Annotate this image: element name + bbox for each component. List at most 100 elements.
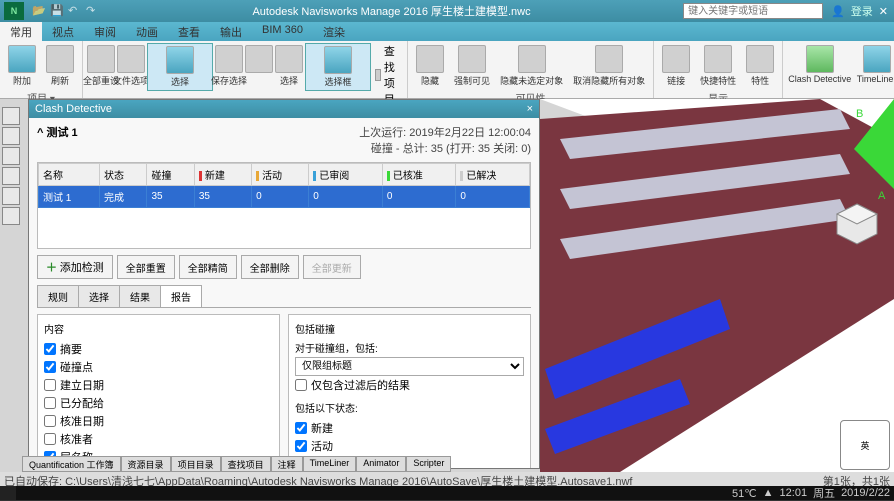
- menu-tab-0[interactable]: 常用: [0, 22, 42, 41]
- include-fieldset: 包括碰撞 对于碰撞组，包括: 仅限组标题 仅包含过滤后的结果 包括以下状态: 新…: [288, 314, 531, 468]
- system-tray[interactable]: 51℃ ▲ 12:01 周五 2019/2/22: [732, 485, 894, 501]
- ribbon-取消隐藏所有对象[interactable]: 取消隐藏所有对象: [569, 43, 649, 89]
- dock-tab-查找项目[interactable]: 查找项目: [221, 456, 271, 472]
- dock-tab-注释[interactable]: 注释: [271, 456, 303, 472]
- ribbon-选择[interactable]: 选择: [275, 43, 303, 89]
- window-title: Autodesk Navisworks Manage 2016 厚生楼土建模型.…: [100, 3, 683, 19]
- panel-titlebar[interactable]: Clash Detective ×: [29, 100, 539, 118]
- menu-tab-6[interactable]: BIM 360: [252, 22, 313, 41]
- menu-tab-2[interactable]: 审阅: [84, 22, 126, 41]
- ribbon-Clash Detective[interactable]: Clash Detective: [787, 43, 852, 86]
- qat-save-icon[interactable]: 💾: [50, 4, 64, 18]
- qat-redo-icon[interactable]: ↷: [86, 4, 100, 18]
- col-header[interactable]: 已审阅: [309, 164, 383, 186]
- chk-活动[interactable]: 活动: [295, 437, 524, 455]
- ribbon-文件选项[interactable]: 文件选项: [117, 43, 145, 89]
- ribbon-btn[interactable]: [245, 43, 273, 76]
- menu-tab-3[interactable]: 动画: [126, 22, 168, 41]
- clash-subtabs: 规则选择结果报告: [37, 285, 531, 308]
- ribbon-附加[interactable]: 附加: [4, 43, 40, 89]
- ribbon-刷新[interactable]: 刷新: [42, 43, 78, 89]
- menu-tab-1[interactable]: 视点: [42, 22, 84, 41]
- chk-建立日期[interactable]: 建立日期: [44, 376, 273, 394]
- pan-icon[interactable]: [2, 127, 20, 145]
- chk-新建[interactable]: 新建: [295, 419, 524, 437]
- menu-tab-4[interactable]: 查看: [168, 22, 210, 41]
- col-header[interactable]: 活动: [252, 164, 309, 186]
- nav-toolbar: [2, 107, 20, 225]
- chk-碰撞点[interactable]: 碰撞点: [44, 358, 273, 376]
- add-test-button[interactable]: ＋ 添加检测: [37, 255, 113, 279]
- ribbon-查找项目[interactable]: 查找项目: [373, 43, 403, 107]
- subtab-报告[interactable]: 报告: [160, 285, 202, 307]
- walk-icon[interactable]: [2, 207, 20, 225]
- col-header[interactable]: 状态: [100, 164, 147, 186]
- col-header[interactable]: 新建: [194, 164, 251, 186]
- update-all-button[interactable]: 全部更新: [303, 255, 361, 279]
- reset-all-button[interactable]: 全部重置: [117, 255, 175, 279]
- ribbon-全部重设[interactable]: 全部重设: [87, 43, 115, 89]
- chk-已分配给[interactable]: 已分配给: [44, 394, 273, 412]
- ribbon-强制可见[interactable]: 强制可见: [450, 43, 494, 89]
- col-header[interactable]: 已解决: [456, 164, 530, 186]
- nav-wheel-icon[interactable]: [2, 107, 20, 125]
- subtab-规则[interactable]: 规则: [37, 285, 79, 307]
- ribbon: 附加刷新项目 ▾全部重设文件选项选择保存选择选择选择框查找项目快速查找选集 ▾选…: [0, 41, 894, 99]
- chk-摘要[interactable]: 摘要: [44, 340, 273, 358]
- look-icon[interactable]: [2, 187, 20, 205]
- col-header[interactable]: 碰撞: [147, 164, 194, 186]
- dock-tab-项目目录[interactable]: 项目目录: [171, 456, 221, 472]
- help-search-input[interactable]: [683, 3, 823, 19]
- qat-undo-icon[interactable]: ↶: [68, 4, 82, 18]
- subtab-选择[interactable]: 选择: [78, 285, 120, 307]
- group-select[interactable]: 仅限组标题: [295, 357, 524, 376]
- active-test-name: ^ 测试 1: [37, 124, 78, 140]
- col-header[interactable]: 名称: [39, 164, 100, 186]
- compact-all-button[interactable]: 全部精简: [179, 255, 237, 279]
- status-bar: 已自动保存: C:\Users\清浅七七\AppData\Roaming\Aut…: [0, 472, 894, 486]
- filter-checkbox[interactable]: 仅包含过滤后的结果: [295, 376, 524, 394]
- dock-tab-TimeLiner[interactable]: TimeLiner: [303, 456, 357, 472]
- login-link[interactable]: 登录: [851, 3, 873, 19]
- dock-tab-资源目录[interactable]: 资源目录: [121, 456, 171, 472]
- docked-panel-tabs: Quantification 工作簿资源目录项目目录查找项目注释TimeLine…: [22, 456, 451, 472]
- ribbon-选择[interactable]: 选择: [147, 43, 213, 91]
- panel-title: Clash Detective: [35, 103, 112, 115]
- app-icon[interactable]: N: [4, 2, 24, 20]
- menu-tab-7[interactable]: 渲染: [313, 22, 355, 41]
- ribbon-tabs: 常用视点审阅动画查看输出BIM 360渲染: [0, 22, 894, 41]
- zoom-icon[interactable]: [2, 147, 20, 165]
- ribbon-隐藏[interactable]: 隐藏: [412, 43, 448, 89]
- orbit-icon[interactable]: [2, 167, 20, 185]
- chk-核准者[interactable]: 核准者: [44, 430, 273, 448]
- ribbon-特性[interactable]: 特性: [742, 43, 778, 89]
- ribbon-快捷特性[interactable]: 快捷特性: [696, 43, 740, 89]
- dock-tab-Scripter[interactable]: Scripter: [406, 456, 451, 472]
- ime-avatar[interactable]: 英: [840, 420, 890, 470]
- ribbon-TimeLiner[interactable]: TimeLiner: [854, 43, 894, 86]
- quick-access-toolbar: 📂 💾 ↶ ↷: [32, 4, 100, 18]
- windows-taskbar[interactable]: 51℃ ▲ 12:01 周五 2019/2/22: [0, 486, 894, 500]
- dock-tab-Quantification 工作簿[interactable]: Quantification 工作簿: [22, 456, 121, 472]
- user-icon[interactable]: 👤: [831, 5, 845, 18]
- dock-tab-Animator[interactable]: Animator: [356, 456, 406, 472]
- ribbon-链接[interactable]: 链接: [658, 43, 694, 89]
- clash-detective-panel: Clash Detective × ^ 测试 1 上次运行: 2019年2月22…: [28, 99, 540, 469]
- menu-tab-5[interactable]: 输出: [210, 22, 252, 41]
- panel-close-icon[interactable]: ×: [527, 103, 533, 115]
- ribbon-保存选择[interactable]: 保存选择: [215, 43, 243, 89]
- tests-table[interactable]: 名称状态碰撞新建活动已审阅已核准已解决 测试 1完成35350000: [37, 162, 531, 249]
- svg-text:B: B: [856, 108, 863, 120]
- subtab-结果[interactable]: 结果: [119, 285, 161, 307]
- ribbon-隐藏未选定对象[interactable]: 隐藏未选定对象: [496, 43, 567, 89]
- view-cube[interactable]: [832, 199, 882, 249]
- col-header[interactable]: 已核准: [382, 164, 456, 186]
- delete-all-button[interactable]: 全部删除: [241, 255, 299, 279]
- close-icon[interactable]: ✕: [879, 5, 888, 18]
- qat-open-icon[interactable]: 📂: [32, 4, 46, 18]
- run-meta: 上次运行: 2019年2月22日 12:00:04 碰撞 - 总计: 35 (打…: [359, 124, 531, 156]
- start-button[interactable]: [0, 486, 16, 500]
- table-row[interactable]: 测试 1完成35350000: [39, 186, 530, 208]
- ribbon-选择框[interactable]: 选择框: [305, 43, 371, 91]
- chk-核准日期[interactable]: 核准日期: [44, 412, 273, 430]
